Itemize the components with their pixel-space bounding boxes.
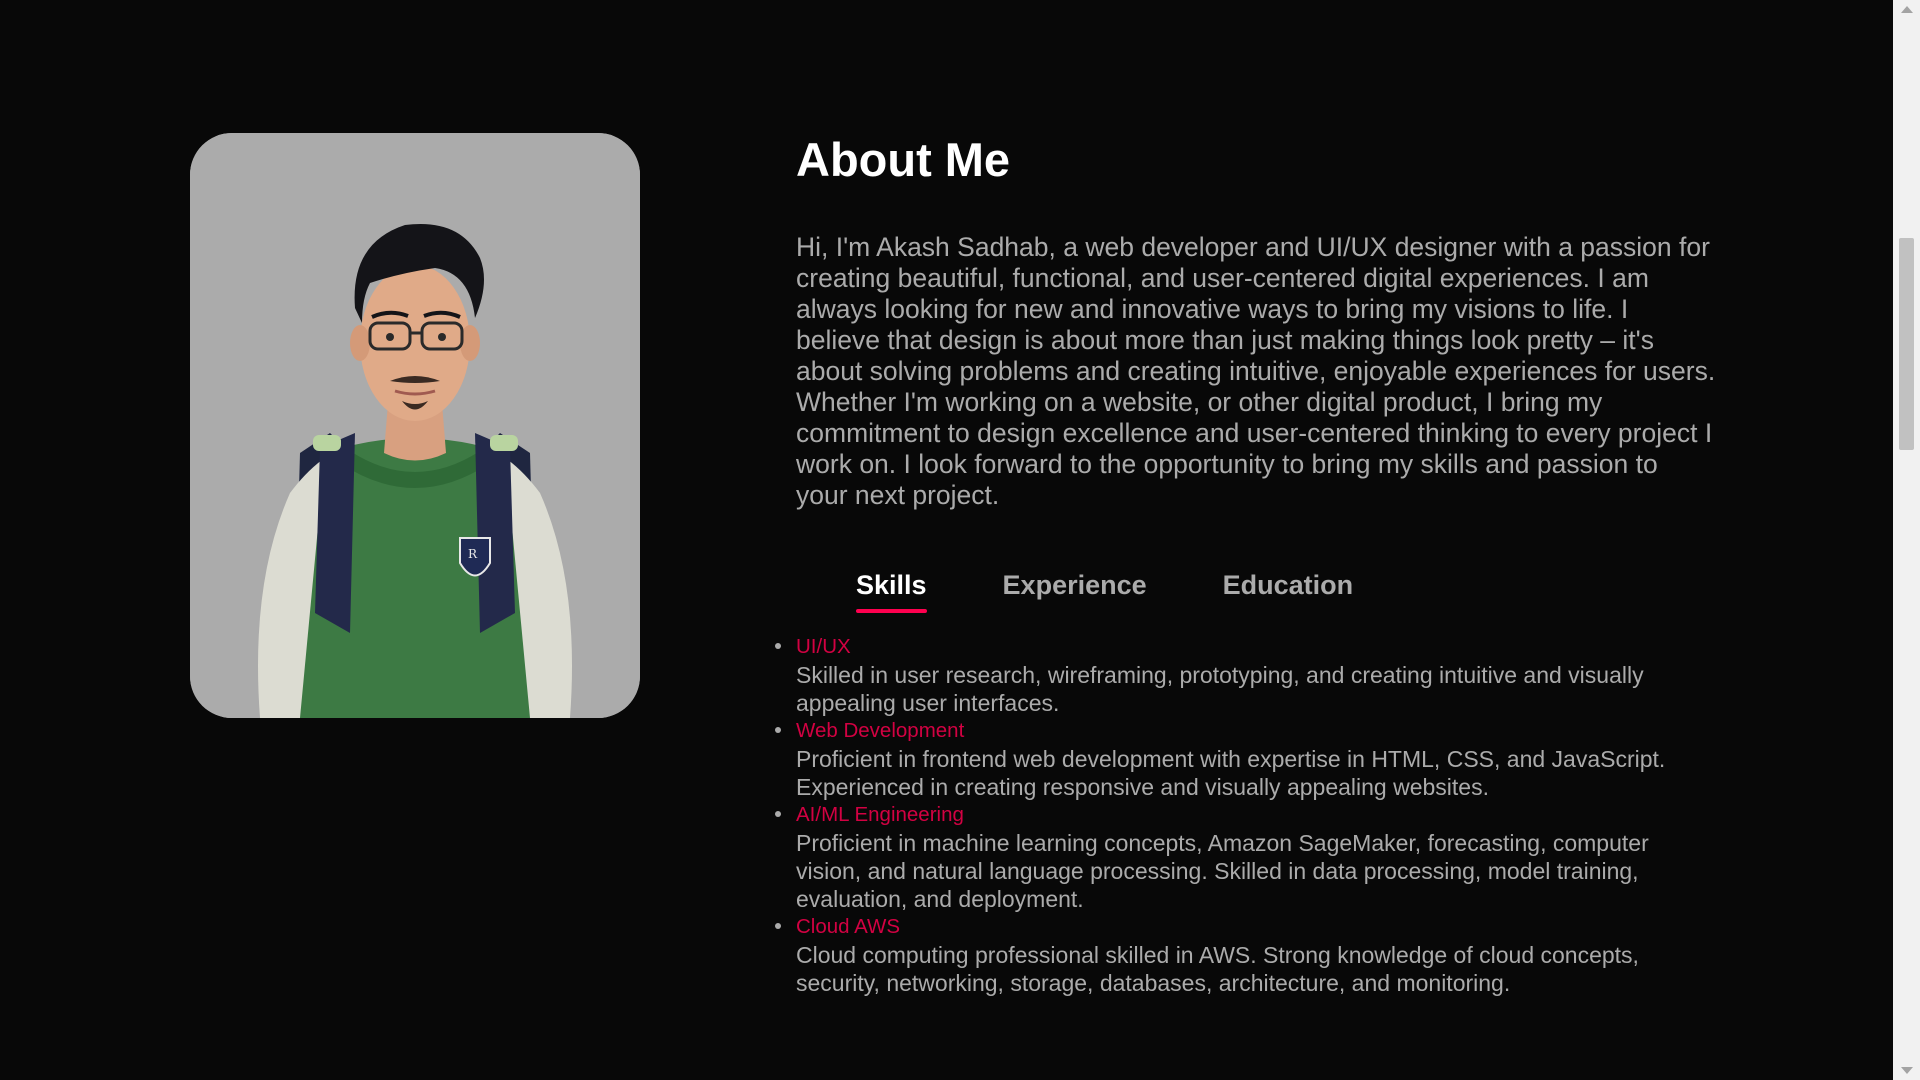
- skill-name: Cloud AWS: [796, 915, 901, 938]
- tab-bar: Skills Experience Education: [856, 567, 1716, 613]
- tab-education[interactable]: Education: [1223, 567, 1354, 611]
- skill-name: Web Development: [796, 719, 965, 742]
- skill-description: Cloud computing professional skilled in …: [796, 942, 1639, 996]
- about-section: R About Me Hi, I'm Akash Sadhab, a web d…: [0, 0, 1893, 1080]
- bullet-icon: [775, 923, 781, 929]
- chevron-down-icon[interactable]: [1901, 1067, 1913, 1074]
- bullet-icon: [775, 811, 781, 817]
- about-bio: Hi, I'm Akash Sadhab, a web developer an…: [796, 232, 1716, 510]
- avatar-illustration: R: [190, 133, 640, 718]
- bullet-icon: [775, 727, 781, 733]
- avatar-photo: R: [190, 133, 640, 718]
- list-item: UI/UX Skilled in user research, wirefram…: [775, 633, 1716, 717]
- skill-name: AI/ML Engineering: [796, 803, 964, 826]
- skill-name: UI/UX: [796, 635, 851, 658]
- vertical-scrollbar[interactable]: [1893, 0, 1920, 1080]
- bullet-icon: [775, 643, 781, 649]
- svg-text:R: R: [468, 547, 478, 561]
- chevron-up-icon[interactable]: [1901, 6, 1913, 13]
- scrollbar-thumb[interactable]: [1899, 238, 1914, 450]
- about-content: About Me Hi, I'm Akash Sadhab, a web dev…: [775, 130, 1716, 997]
- tab-experience[interactable]: Experience: [1003, 567, 1147, 611]
- list-item: AI/ML Engineering Proficient in machine …: [775, 801, 1716, 913]
- list-item: Cloud AWS Cloud computing professional s…: [775, 913, 1716, 997]
- skill-description: Skilled in user research, wireframing, p…: [796, 662, 1644, 716]
- skills-list: UI/UX Skilled in user research, wirefram…: [775, 633, 1716, 997]
- page-title: About Me: [796, 133, 1011, 186]
- list-item: Web Development Proficient in frontend w…: [775, 717, 1716, 801]
- tab-skills[interactable]: Skills: [856, 567, 927, 613]
- skill-description: Proficient in frontend web development w…: [796, 746, 1666, 800]
- skill-description: Proficient in machine learning concepts,…: [796, 830, 1649, 912]
